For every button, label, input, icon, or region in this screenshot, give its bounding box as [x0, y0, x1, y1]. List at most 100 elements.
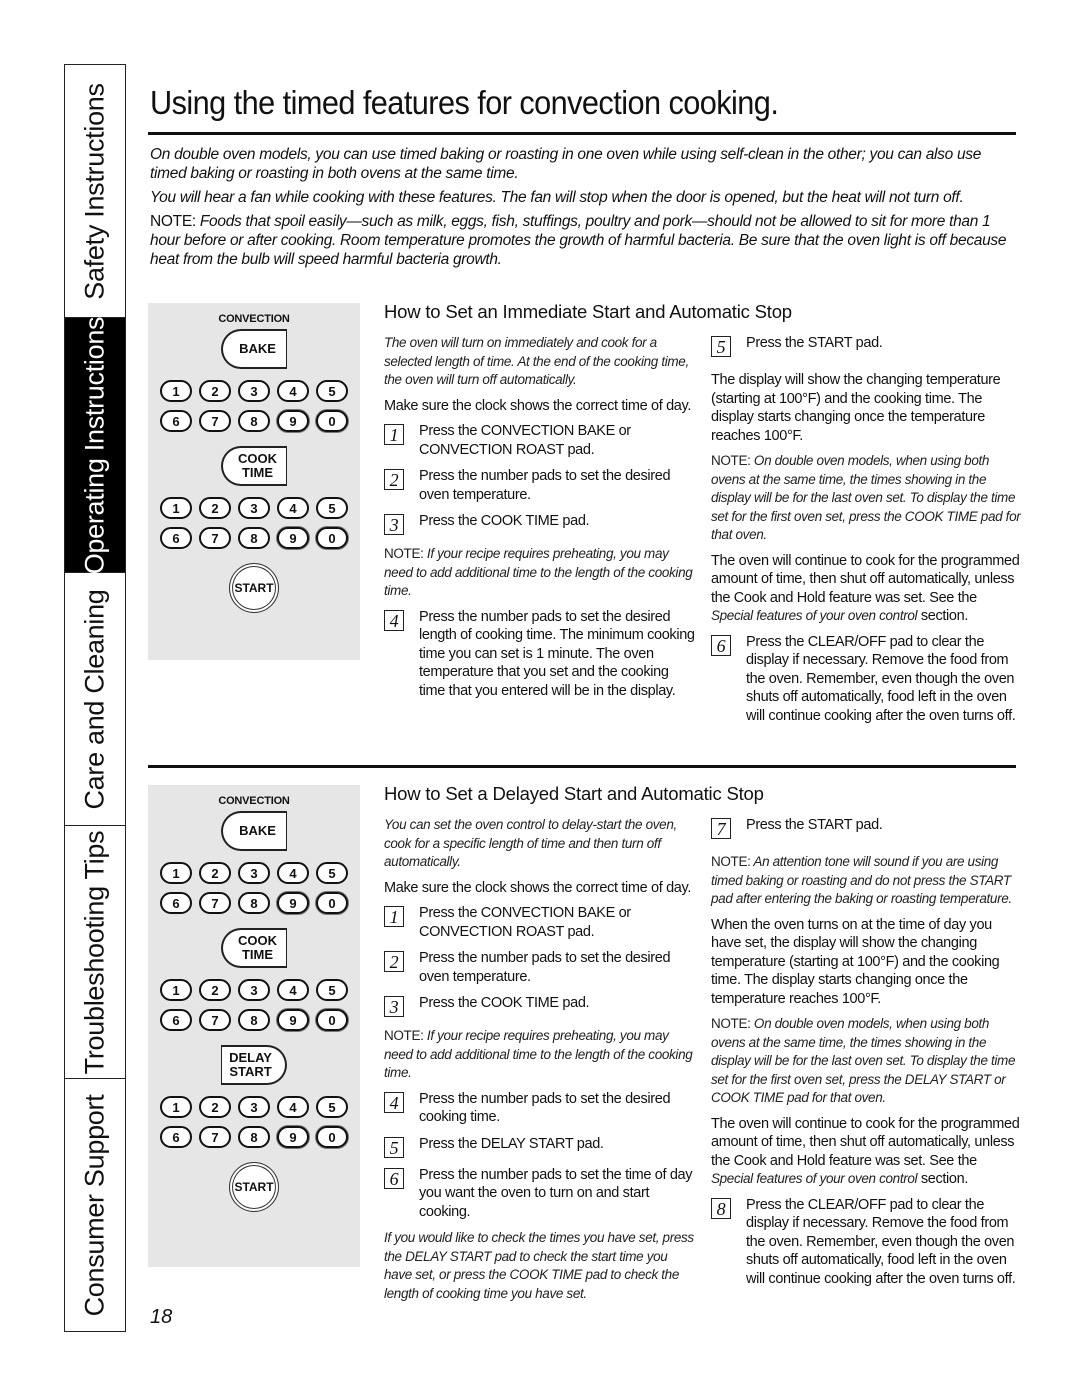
- tab-troubleshooting-tips[interactable]: Troubleshooting Tips: [65, 826, 125, 1079]
- number-pad-1[interactable]: 1: [160, 380, 192, 402]
- number-pad-4[interactable]: 4: [277, 862, 309, 884]
- step-number-8: 8: [711, 1197, 731, 1219]
- number-pad-8[interactable]: 8: [238, 410, 270, 432]
- number-pad-2[interactable]: 2: [199, 862, 231, 884]
- number-pad-9[interactable]: 9: [277, 1009, 309, 1031]
- number-pad-0[interactable]: 0: [316, 892, 348, 914]
- number-pad-6[interactable]: 6: [160, 410, 192, 432]
- number-pad-6[interactable]: 6: [160, 1009, 192, 1031]
- step-text: Press the number pads to set the desired…: [419, 608, 695, 699]
- number-pad-4[interactable]: 4: [277, 497, 309, 519]
- tab-label: Operating Instructions: [79, 316, 110, 574]
- number-pad-4[interactable]: 4: [277, 1096, 309, 1118]
- step-5: 5 Press the START pad.: [711, 334, 1021, 357]
- immediate-column-left: The oven will turn on immediately and co…: [384, 334, 696, 708]
- step-2: 2 Press the number pads to set the desire…: [384, 467, 696, 504]
- number-pad-5[interactable]: 5: [316, 1096, 348, 1118]
- number-pad-row: 1 2 3 4 5: [148, 1096, 360, 1118]
- number-pad-5[interactable]: 5: [316, 380, 348, 402]
- number-pad-9[interactable]: 9: [277, 527, 309, 549]
- cross-reference-link[interactable]: Special features of your oven control: [711, 608, 918, 623]
- number-pad-5[interactable]: 5: [316, 862, 348, 884]
- number-pad-3[interactable]: 3: [238, 380, 270, 402]
- intro-text: On double oven models, you can use timed…: [150, 145, 1020, 274]
- step-1: 1 Press the CONVECTION BAKE or CONVECTION…: [384, 422, 696, 459]
- number-pad-3[interactable]: 3: [238, 1096, 270, 1118]
- note-label: NOTE:: [711, 854, 751, 869]
- tab-operating-instructions[interactable]: Operating Instructions: [65, 316, 125, 574]
- tab-safety-instructions[interactable]: Safety Instructions: [65, 65, 125, 318]
- number-pad-6[interactable]: 6: [160, 1126, 192, 1148]
- number-pad-7[interactable]: 7: [199, 892, 231, 914]
- number-pad-4[interactable]: 4: [277, 979, 309, 1001]
- number-pad-9[interactable]: 9: [277, 410, 309, 432]
- cook-time-line-2: TIME: [241, 947, 274, 962]
- number-pad-0[interactable]: 0: [316, 1126, 348, 1148]
- step-number-3: 3: [384, 996, 404, 1017]
- step-text: Press the CONVECTION BAKE or CONVECTION …: [419, 905, 631, 940]
- number-pad-1[interactable]: 1: [160, 1096, 192, 1118]
- number-pad-0[interactable]: 0: [316, 1009, 348, 1031]
- bake-pad[interactable]: BAKE: [221, 811, 287, 851]
- step-text: Press the number pads to set the time of…: [419, 1166, 693, 1220]
- page-title: Using the timed features for convection …: [150, 84, 779, 121]
- number-pad-6[interactable]: 6: [160, 892, 192, 914]
- step-text: Press the START pad.: [746, 817, 883, 833]
- cook-time-pad[interactable]: COOK TIME: [221, 928, 287, 968]
- number-pad-2[interactable]: 2: [199, 497, 231, 519]
- cook-time-pad[interactable]: COOK TIME: [221, 446, 287, 486]
- continue-cooking-text: The oven will continue to cook for the p…: [711, 1115, 1021, 1189]
- number-pad-2[interactable]: 2: [199, 380, 231, 402]
- step-8: 8 Press the CLEAR/OFF pad to clear the di…: [711, 1196, 1021, 1289]
- number-pad-0[interactable]: 0: [316, 410, 348, 432]
- check-times-text: If you would like to check the times you…: [384, 1230, 694, 1301]
- step-4: 4 Press the number pads to set the desire…: [384, 608, 696, 701]
- note-label: NOTE:: [711, 453, 751, 468]
- step-text: Press the DELAY START pad.: [419, 1135, 604, 1152]
- step-3: 3 Press the COOK TIME pad.: [384, 512, 696, 535]
- note-text: An attention tone will sound if you are …: [711, 854, 1012, 906]
- bake-pad[interactable]: BAKE: [221, 329, 287, 369]
- number-pad-0[interactable]: 0: [316, 527, 348, 549]
- number-pad-9[interactable]: 9: [277, 1126, 309, 1148]
- number-pad-2[interactable]: 2: [199, 979, 231, 1001]
- number-pad-8[interactable]: 8: [238, 1126, 270, 1148]
- number-pad-6[interactable]: 6: [160, 527, 192, 549]
- number-pad-7[interactable]: 7: [199, 527, 231, 549]
- clock-instruction: Make sure the clock shows the correct ti…: [384, 879, 692, 896]
- delay-start-pad[interactable]: DELAY START: [221, 1045, 287, 1085]
- page-number: 18: [150, 1306, 173, 1328]
- number-pad-5[interactable]: 5: [316, 497, 348, 519]
- number-pad-4[interactable]: 4: [277, 380, 309, 402]
- step-number-4: 4: [384, 1091, 404, 1113]
- step-number-1: 1: [384, 906, 404, 927]
- number-pad-2[interactable]: 2: [199, 1096, 231, 1118]
- number-pad-3[interactable]: 3: [238, 979, 270, 1001]
- continue-cooking-text: The oven will continue to cook for the p…: [711, 552, 1021, 626]
- number-pad-8[interactable]: 8: [238, 527, 270, 549]
- number-pad-5[interactable]: 5: [316, 979, 348, 1001]
- step-number-5: 5: [711, 336, 731, 357]
- note-attention-tone: NOTE: An attention tone will sound if yo…: [711, 853, 1021, 909]
- number-pad-row: 1 2 3 4 5: [148, 979, 360, 1001]
- number-pad-3[interactable]: 3: [238, 497, 270, 519]
- number-pad-3[interactable]: 3: [238, 862, 270, 884]
- number-pad-9[interactable]: 9: [277, 892, 309, 914]
- number-pad-1[interactable]: 1: [160, 497, 192, 519]
- number-pad-8[interactable]: 8: [238, 1009, 270, 1031]
- cross-reference-link[interactable]: Special features of your oven control: [711, 1171, 918, 1186]
- start-pad[interactable]: START: [229, 1162, 279, 1212]
- number-pad-7[interactable]: 7: [199, 410, 231, 432]
- number-pad-1[interactable]: 1: [160, 979, 192, 1001]
- start-pad[interactable]: START: [229, 563, 279, 613]
- tab-consumer-support[interactable]: Consumer Support: [65, 1079, 125, 1331]
- number-pad-7[interactable]: 7: [199, 1009, 231, 1031]
- number-pad-8[interactable]: 8: [238, 892, 270, 914]
- step-6: 6 Press the CLEAR/OFF pad to clear the di…: [711, 633, 1021, 726]
- section-divider: [148, 765, 1016, 768]
- tab-care-and-cleaning[interactable]: Care and Cleaning: [65, 573, 125, 826]
- number-pad-1[interactable]: 1: [160, 862, 192, 884]
- note-text: On double oven models, when using both o…: [711, 453, 1021, 542]
- number-pad-7[interactable]: 7: [199, 1126, 231, 1148]
- control-panel-delayed: CONVECTION BAKE 1 2 3 4 5 6 7 8 9 0 COOK…: [148, 785, 360, 1267]
